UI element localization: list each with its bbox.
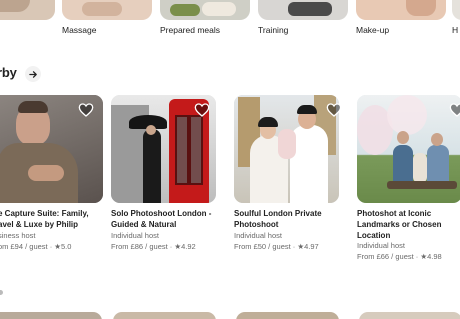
next-card-image[interactable] xyxy=(0,312,102,319)
card-title[interactable]: Soulful London Private Photoshoot xyxy=(234,208,349,230)
category-label: H xyxy=(452,25,459,35)
next-card-image[interactable] xyxy=(113,312,216,319)
card-host: Individual host xyxy=(357,241,405,250)
category-image xyxy=(452,0,460,20)
card-host: Individual host xyxy=(111,231,159,240)
card-title[interactable]: e Capture Suite: Family, avel & Luxe by … xyxy=(0,208,98,230)
category-label: Training xyxy=(258,25,289,35)
next-card-image[interactable] xyxy=(236,312,339,319)
next-card-image[interactable] xyxy=(359,312,460,319)
card-host: Individual host xyxy=(234,231,282,240)
section-title: rby xyxy=(0,65,17,80)
category-image xyxy=(0,0,55,20)
heart-icon[interactable] xyxy=(194,102,210,118)
category-label: Massage xyxy=(62,25,97,35)
card-title[interactable]: Photoshot at Iconic Landmarks or Chosen … xyxy=(357,208,447,241)
section-dot xyxy=(0,290,3,295)
card-price: om £94 / guest · ★5.0 xyxy=(0,242,72,251)
card-image[interactable] xyxy=(357,95,460,203)
card-image[interactable] xyxy=(234,95,339,203)
heart-icon[interactable] xyxy=(326,102,342,118)
card-price: From £66 / guest · ★4.98 xyxy=(357,252,442,261)
category-strip: Massage Prepared meals Training Make-up … xyxy=(0,0,460,40)
category-label: Make-up xyxy=(356,25,390,35)
arrow-right-icon xyxy=(28,70,37,78)
category-image xyxy=(62,0,152,20)
section-arrow-button[interactable] xyxy=(25,66,41,82)
category-label: Prepared meals xyxy=(160,25,221,35)
heart-icon[interactable] xyxy=(78,102,94,118)
category-image xyxy=(356,0,446,20)
heart-icon[interactable] xyxy=(449,102,460,118)
category-image xyxy=(258,0,348,20)
card-price: From £50 / guest · ★4.97 xyxy=(234,242,319,251)
card-host: siness host xyxy=(0,231,36,240)
category-image xyxy=(160,0,250,20)
card-price: From £86 / guest · ★4.92 xyxy=(111,242,196,251)
card-title[interactable]: Solo Photoshoot London - Guided & Natura… xyxy=(111,208,226,230)
